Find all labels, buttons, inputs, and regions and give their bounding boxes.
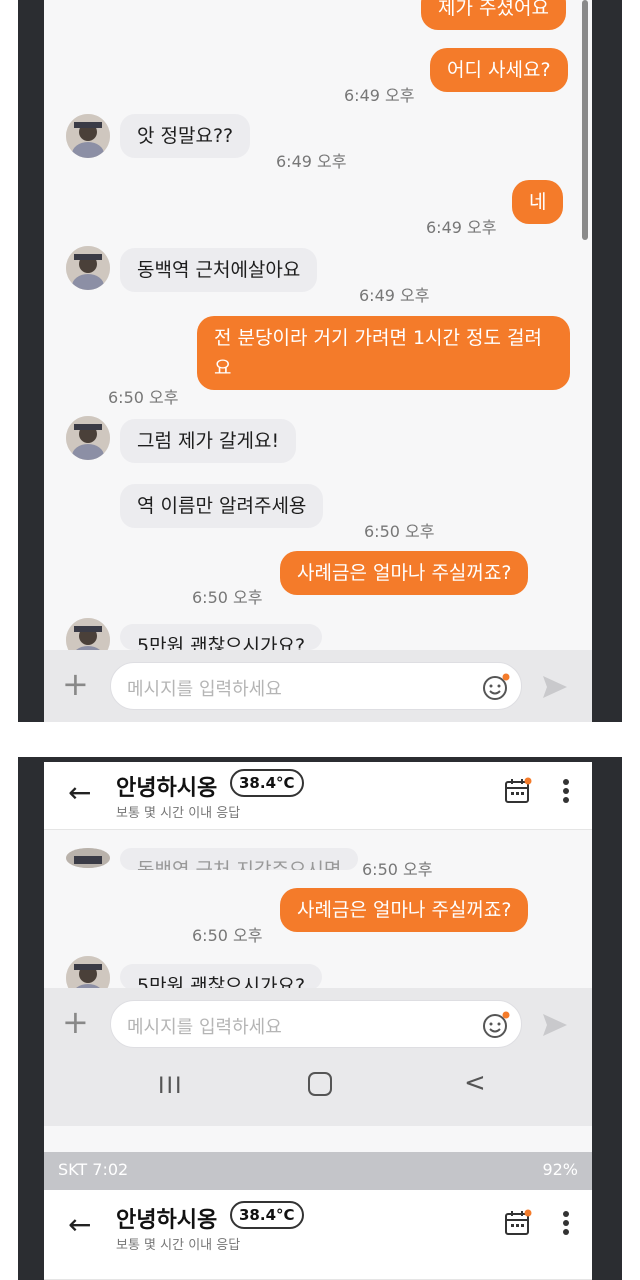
plus-icon[interactable]: + (62, 1004, 89, 1040)
more-vertical-icon[interactable] (562, 776, 570, 806)
calendar-icon[interactable] (504, 776, 532, 806)
message-bubble-other: 그럼 제가 갈게요! (120, 419, 297, 463)
more-vertical-icon[interactable] (562, 1208, 570, 1238)
partner-name: 안녕하시옹 (116, 776, 218, 801)
plus-icon[interactable]: + (62, 666, 89, 702)
nav-back-icon[interactable]: < (464, 1068, 486, 1098)
message-time: 6:49 오후 (359, 286, 430, 305)
back-arrow-icon[interactable]: ← (68, 1210, 91, 1240)
message-bubble-me: 제가 주셨어요 (421, 0, 566, 30)
message-bubble-other: 앗 정말요?? (120, 114, 251, 158)
message-input-placeholder: 메시지를 입력하세요 (127, 679, 282, 700)
avatar[interactable] (66, 114, 110, 158)
message-bubble-me: 전 분당이라 거기 가려면 1시간 정도 걸려요 (197, 316, 570, 390)
message-bubble-me: 네 (512, 180, 564, 224)
send-icon[interactable] (540, 1010, 570, 1040)
emoji-icon[interactable] (481, 1010, 511, 1040)
system-navigation-bar: III < (44, 1050, 592, 1126)
message-bubble-other: 동백역 근처 지각주으시면 (120, 848, 359, 870)
message-bubble-other: 동백역 근처에살아요 (120, 248, 318, 292)
message-time: 6:49 오후 (276, 152, 347, 171)
manner-temperature-badge: 38.4°C (230, 1201, 304, 1229)
avatar[interactable] (66, 246, 110, 290)
chat-screen: ← 안녕하시옹 38.4°C 보통 몇 시간 이내 응답 동백역 근처 지각주으… (44, 762, 592, 1280)
message-bubble-me: 사례금은 얼마나 주실꺼죠? (280, 551, 529, 595)
message-time: 6:50 오후 (192, 926, 263, 945)
message-bubble-other: 5만원 괜찮으시가요? (120, 964, 323, 990)
message-input-placeholder: 메시지를 입력하세요 (127, 1017, 282, 1038)
message-time: 6:50 오후 (192, 588, 263, 607)
scrollbar[interactable] (582, 0, 588, 240)
carrier-time: SKT 7:02 (58, 1160, 129, 1179)
recent-apps-icon[interactable]: III (158, 1074, 183, 1099)
home-icon[interactable] (308, 1072, 332, 1096)
calendar-icon[interactable] (504, 1208, 532, 1238)
avatar-image-icon (66, 416, 110, 460)
message-time: 6:50 오후 (362, 860, 433, 879)
message-time: 6:49 오후 (344, 86, 415, 105)
partner-name: 안녕하시옹 (116, 1208, 218, 1233)
chat-header: ← 안녕하시옹 38.4°C 보통 몇 시간 이내 응답 (44, 1190, 592, 1280)
battery-level: 92% (542, 1160, 578, 1179)
back-arrow-icon[interactable]: ← (68, 778, 91, 808)
chat-screenshot-2: ← 안녕하시옹 38.4°C 보통 몇 시간 이내 응답 동백역 근처 지각주으… (18, 757, 622, 1280)
message-input[interactable]: 메시지를 입력하세요 (110, 1000, 522, 1048)
message-time: 6:50 오후 (108, 388, 179, 407)
manner-temperature-badge: 38.4°C (230, 769, 304, 797)
chat-screen: 제가 주셨어요 6:49 오후 어디 사세요? 앗 정말요?? 6:49 오후 … (44, 0, 592, 722)
send-icon[interactable] (540, 672, 570, 702)
avatar-image-icon (66, 114, 110, 158)
avatar[interactable] (66, 848, 110, 868)
emoji-icon[interactable] (481, 672, 511, 702)
response-time: 보통 몇 시간 이내 응답 (116, 806, 241, 821)
message-time: 6:50 오후 (364, 522, 435, 541)
avatar-image-icon (66, 848, 110, 868)
chat-header: ← 안녕하시옹 38.4°C 보통 몇 시간 이내 응답 (44, 762, 592, 830)
status-bar: SKT 7:02 92% (44, 1152, 592, 1190)
message-bubble-other: 역 이름만 알려주세용 (120, 484, 324, 528)
avatar-image-icon (66, 246, 110, 290)
message-bubble-me: 사례금은 얼마나 주실꺼죠? (280, 888, 529, 932)
response-time: 보통 몇 시간 이내 응답 (116, 1238, 241, 1253)
message-bubble-other: 5만원 괜찮으시가요? (120, 624, 323, 650)
message-bubble-me: 어디 사세요? (430, 48, 568, 92)
chat-screenshot-1: 제가 주셨어요 6:49 오후 어디 사세요? 앗 정말요?? 6:49 오후 … (18, 0, 622, 722)
message-time: 6:49 오후 (426, 218, 497, 237)
message-composer: + 메시지를 입력하세요 (44, 650, 592, 722)
avatar[interactable] (66, 416, 110, 460)
message-input[interactable]: 메시지를 입력하세요 (110, 662, 522, 710)
